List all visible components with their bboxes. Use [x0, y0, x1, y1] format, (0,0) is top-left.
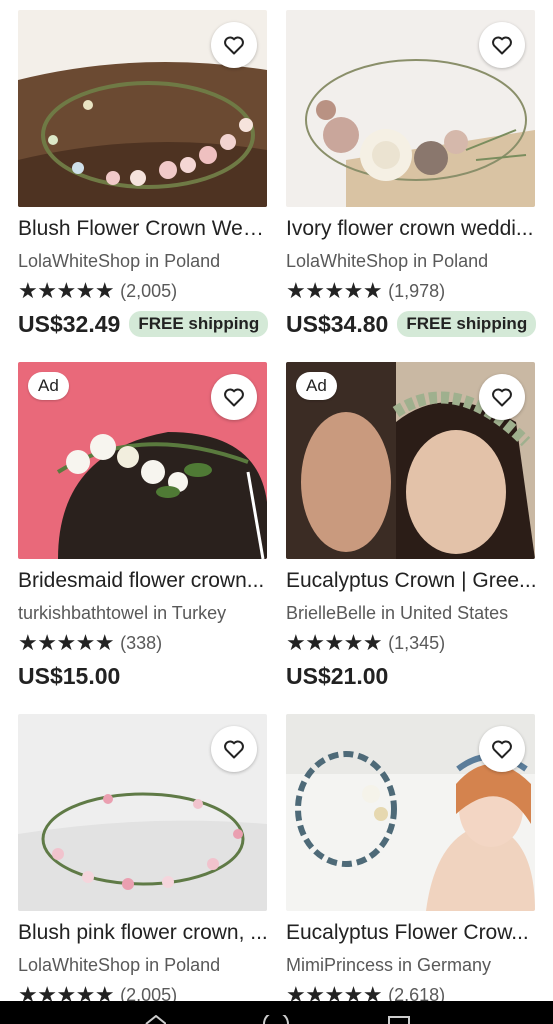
- price-row: US$32.49 FREE shipping: [18, 308, 269, 340]
- ad-badge: Ad: [296, 372, 337, 400]
- favorite-button[interactable]: [479, 374, 525, 420]
- star-rating-icon: ★★★★★: [286, 630, 383, 655]
- star-rating-icon: ★★★★★: [286, 278, 383, 303]
- listing-title[interactable]: Eucalyptus Flower Crow...: [286, 919, 538, 947]
- back-icon[interactable]: [142, 1015, 166, 1024]
- price-row: US$34.80 FREE shipping: [286, 308, 537, 340]
- heart-outline-icon: [492, 36, 512, 55]
- price-row: US$15.00: [18, 660, 120, 692]
- review-count: (1,978): [388, 281, 446, 301]
- star-rating-icon: ★★★★★: [18, 278, 115, 303]
- review-count: (1,345): [388, 633, 446, 653]
- listing-title[interactable]: Ivory flower crown weddi...: [286, 215, 538, 243]
- favorite-button[interactable]: [479, 726, 525, 772]
- system-nav-bar: [0, 1001, 553, 1024]
- favorite-button[interactable]: [479, 22, 525, 68]
- shop-name: MimiPrincess in Germany: [286, 955, 492, 975]
- listing-title[interactable]: Eucalyptus Crown | Gree...: [286, 567, 538, 595]
- price-row: US$21.00: [286, 660, 388, 692]
- review-count: (338): [120, 633, 163, 653]
- listing-title[interactable]: Blush Flower Crown Wed...: [18, 215, 270, 243]
- ad-badge: Ad: [28, 372, 69, 400]
- heart-outline-icon: [224, 388, 244, 407]
- price: US$34.80: [286, 310, 389, 337]
- price: US$15.00: [18, 662, 121, 689]
- rating: ★★★★★ (1,978): [286, 278, 445, 304]
- heart-outline-icon: [492, 740, 512, 759]
- favorite-button[interactable]: [211, 22, 257, 68]
- shop-name: LolaWhiteShop in Poland: [286, 251, 489, 271]
- rating: ★★★★★ (2,005): [18, 278, 177, 304]
- listing-title[interactable]: Bridesmaid flower crown...: [18, 567, 270, 595]
- heart-outline-icon: [224, 36, 244, 55]
- free-shipping-badge: FREE shipping: [397, 311, 537, 337]
- rating: ★★★★★ (338): [18, 630, 162, 656]
- favorite-button[interactable]: [211, 374, 257, 420]
- free-shipping-badge: FREE shipping: [129, 311, 269, 337]
- review-count: (2,005): [120, 281, 178, 301]
- recents-icon[interactable]: [388, 1015, 410, 1024]
- home-icon[interactable]: [262, 1015, 290, 1024]
- star-rating-icon: ★★★★★: [18, 630, 115, 655]
- favorite-button[interactable]: [211, 726, 257, 772]
- rating: ★★★★★ (1,345): [286, 630, 445, 656]
- shop-name: turkishbathtowel in Turkey: [18, 603, 227, 623]
- shop-name: LolaWhiteShop in Poland: [18, 955, 221, 975]
- listing-title[interactable]: Blush pink flower crown, ...: [18, 919, 270, 947]
- price: US$32.49: [18, 310, 121, 337]
- heart-outline-icon: [224, 740, 244, 759]
- shop-name: LolaWhiteShop in Poland: [18, 251, 221, 271]
- shop-name: BrielleBelle in United States: [286, 603, 509, 623]
- price: US$21.00: [286, 662, 389, 689]
- heart-outline-icon: [492, 388, 512, 407]
